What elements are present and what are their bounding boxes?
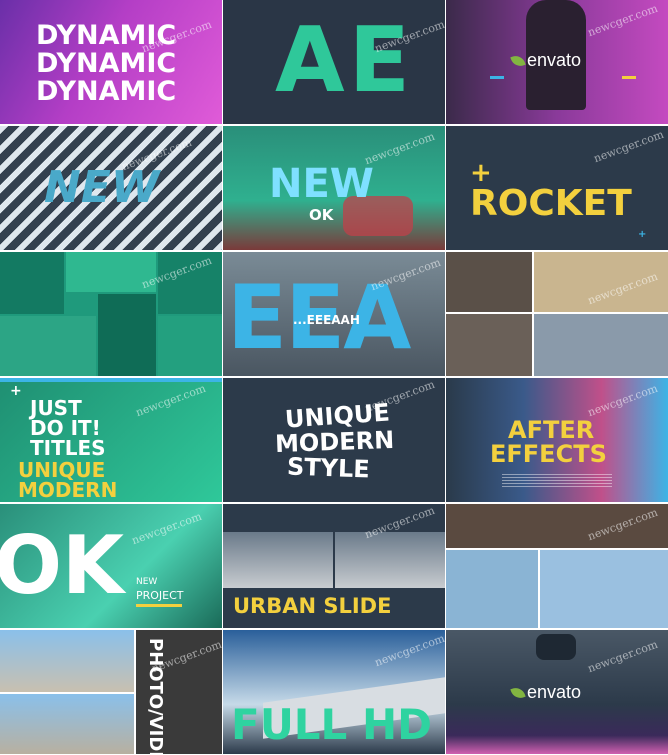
watermark: newcger.com [362, 378, 437, 416]
ae-text: AE [275, 8, 415, 113]
accent-bar-yellow [622, 76, 636, 79]
envato-brand: envato [527, 50, 582, 70]
urban-slide-text: URBAN SLIDE [233, 594, 392, 618]
tile-rocket[interactable]: + ROCKET + newcger.com [446, 126, 668, 250]
caption-lines [502, 474, 612, 488]
photo-block [0, 694, 134, 754]
watermark: newcger.com [591, 127, 666, 166]
top-bar-blue [0, 378, 222, 382]
skater-silhouette [536, 634, 576, 660]
watermark: newcger.com [585, 637, 660, 676]
watermark: newcger.com [129, 509, 204, 548]
tile-urban-slide[interactable]: URBAN SLIDE newcger.com [223, 504, 445, 628]
envato-leaf-icon [510, 52, 526, 69]
photo-block [158, 316, 222, 376]
tile-photo-collage[interactable]: newcger.com [446, 504, 668, 628]
tile-ae[interactable]: AE newcger.com [223, 0, 445, 124]
template-preview-grid: DYNAMIC DYNAMIC DYNAMIC newcger.com AE n… [0, 0, 668, 755]
after-text: AFTER [508, 416, 595, 444]
watermark: newcger.com [362, 129, 437, 168]
unique-text: UNIQUE [18, 458, 106, 482]
accent-bar-yellow [136, 604, 182, 607]
envato-logo: envato [510, 682, 582, 703]
tile-just-do-it[interactable]: + JUST DO IT! TITLES UNIQUE MODERN newcg… [0, 378, 222, 502]
just-text: JUST [30, 396, 82, 420]
tile-eea[interactable]: EEA ...EEEAAH newcger.com [223, 252, 445, 376]
tile-dynamic[interactable]: DYNAMIC DYNAMIC DYNAMIC newcger.com [0, 0, 222, 124]
dynamic-line-2: DYNAMIC [36, 48, 177, 79]
photo-block [534, 314, 668, 376]
tile-envato-end[interactable]: envato newcger.com [446, 630, 668, 754]
tile-new-ok[interactable]: NEW OK newcger.com [223, 126, 445, 250]
effects-text: EFFECTS [490, 440, 607, 468]
tile-full-hd[interactable]: FULL HD newcger.com [223, 630, 445, 754]
new-text: NEW [44, 162, 160, 213]
envato-leaf-icon [510, 684, 526, 701]
envato-brand: envato [527, 682, 582, 702]
dynamic-line-3: DYNAMIC [36, 76, 177, 107]
photo-block [446, 252, 532, 312]
plus-mark-icon: + [638, 229, 647, 240]
eeeaaah-text: ...EEEAAH [293, 313, 360, 327]
photo-block [446, 550, 538, 628]
tile-ok-new-project[interactable]: OK NEW PROJECT newcger.com [0, 504, 222, 628]
photo-video-text: PHOTO/VIDEO [145, 638, 166, 754]
accent-bar-blue [490, 76, 504, 79]
new-text: NEW [269, 161, 374, 207]
project-text: PROJECT [136, 589, 184, 602]
photo-block [446, 314, 532, 376]
rocket-text: ROCKET [470, 183, 632, 224]
tile-photo-mosaic-green[interactable]: newcger.com [0, 252, 222, 376]
tile-unique-modern-style[interactable]: UNIQUE MODERN STYLE newcger.com [223, 378, 445, 502]
style-text: STYLE [286, 452, 371, 484]
video-frame-right [335, 532, 445, 588]
tile-new-stripes[interactable]: NEW newcger.com [0, 126, 222, 250]
tile-photo-video[interactable]: PHOTO/VIDEO newcger.com [0, 630, 222, 754]
ok-text: OK [0, 519, 124, 612]
photo-block [0, 316, 96, 376]
photo-block [98, 294, 156, 376]
photo-block [0, 252, 64, 314]
video-frame-left [223, 532, 333, 588]
photo-block [540, 550, 668, 628]
watermark: newcger.com [372, 631, 445, 670]
watermark: newcger.com [133, 381, 208, 420]
tile-after-effects[interactable]: AFTER EFFECTS newcger.com [446, 378, 668, 502]
photo-block [0, 630, 134, 692]
envato-logo: envato [510, 50, 582, 71]
plus-icon: + [10, 383, 22, 399]
watermark: newcger.com [585, 381, 660, 420]
full-hd-text: FULL HD [231, 700, 432, 749]
new-text: NEW [136, 577, 158, 587]
modern-text: MODERN [18, 478, 118, 502]
do-it-text: DO IT! [30, 416, 101, 440]
watermark: newcger.com [585, 1, 660, 40]
tile-envato-skate[interactable]: envato newcger.com [446, 0, 668, 124]
ok-text: OK [309, 206, 334, 224]
tile-photo-grid[interactable]: newcger.com [446, 252, 668, 376]
titles-text: TITLES [30, 436, 106, 460]
